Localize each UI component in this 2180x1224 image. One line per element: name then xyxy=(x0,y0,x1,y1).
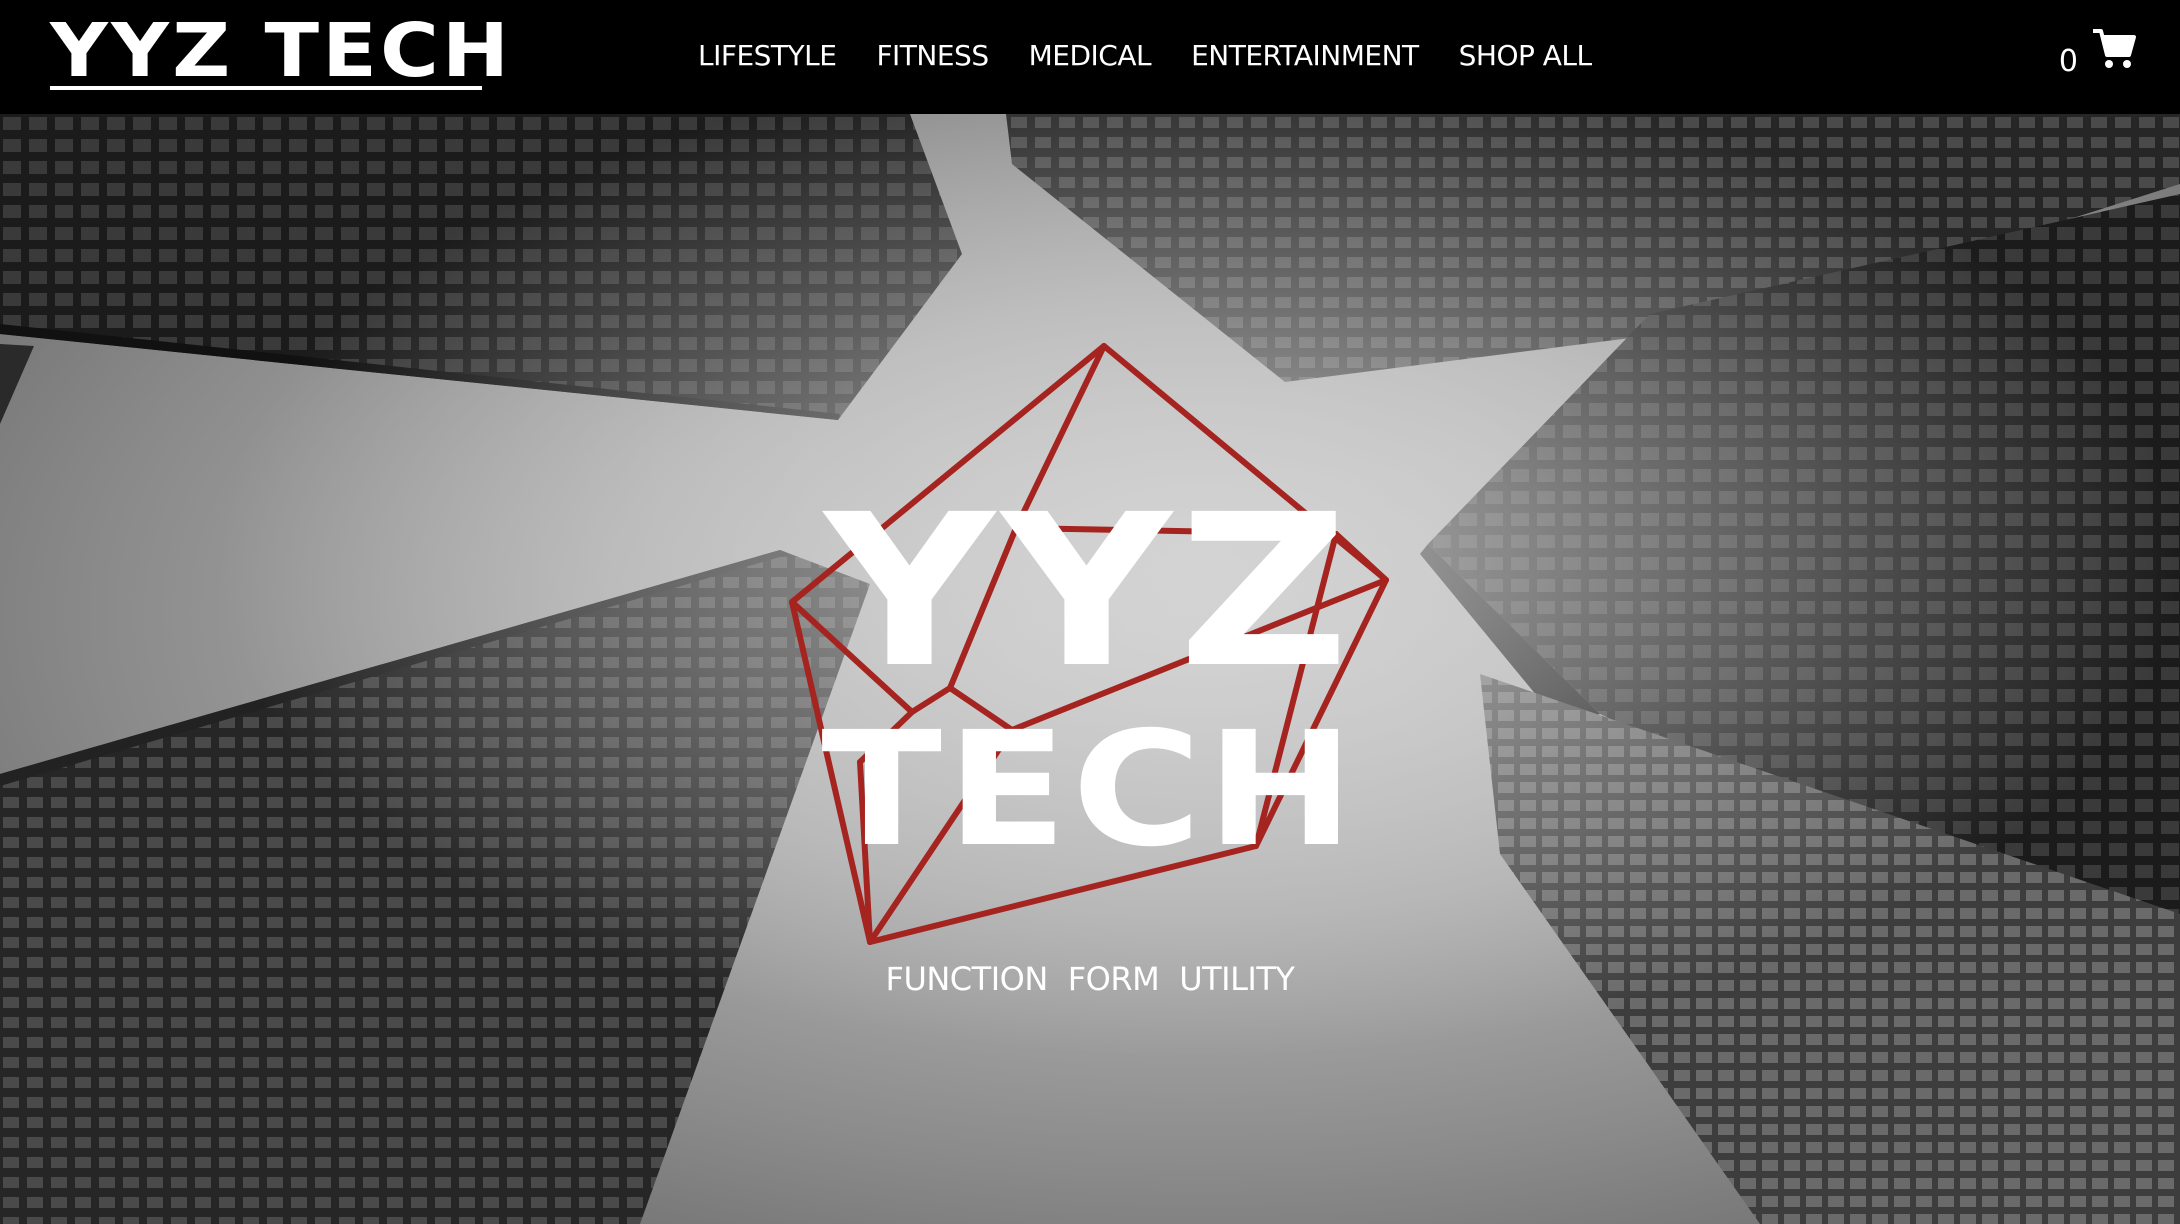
nav-item-shop-all[interactable]: SHOP ALL xyxy=(1459,39,1593,72)
tagline-word-form: FORM xyxy=(1067,960,1160,998)
hero-title-line2: TECH xyxy=(821,698,1359,882)
shopping-cart-icon xyxy=(2093,29,2136,68)
main-nav: LIFESTYLE FITNESS MEDICAL ENTERTAINMENT … xyxy=(698,30,1632,80)
hero-title-line1: YYZ xyxy=(824,469,1356,714)
logo-underline xyxy=(50,86,482,90)
nav-item-medical[interactable]: MEDICAL xyxy=(1029,39,1152,72)
nav-item-entertainment[interactable]: ENTERTAINMENT xyxy=(1191,39,1419,72)
tagline-word-utility: UTILITY xyxy=(1179,960,1295,998)
cart-button[interactable]: 0 xyxy=(2059,28,2136,88)
tagline-word-function: FUNCTION xyxy=(885,960,1049,998)
nav-item-fitness[interactable]: FITNESS xyxy=(876,39,989,72)
site-logo[interactable]: YYZ TECH xyxy=(50,6,512,96)
cart-count: 0 xyxy=(2058,44,2078,79)
hero-section: YYZ TECH FUNCTION FORM UTILITY xyxy=(0,114,2180,1224)
site-header: YYZ TECH LIFESTYLE FITNESS MEDICAL ENTER… xyxy=(0,0,2180,114)
nav-item-lifestyle[interactable]: LIFESTYLE xyxy=(698,39,837,72)
hero-tagline: FUNCTION FORM UTILITY xyxy=(0,960,2180,998)
